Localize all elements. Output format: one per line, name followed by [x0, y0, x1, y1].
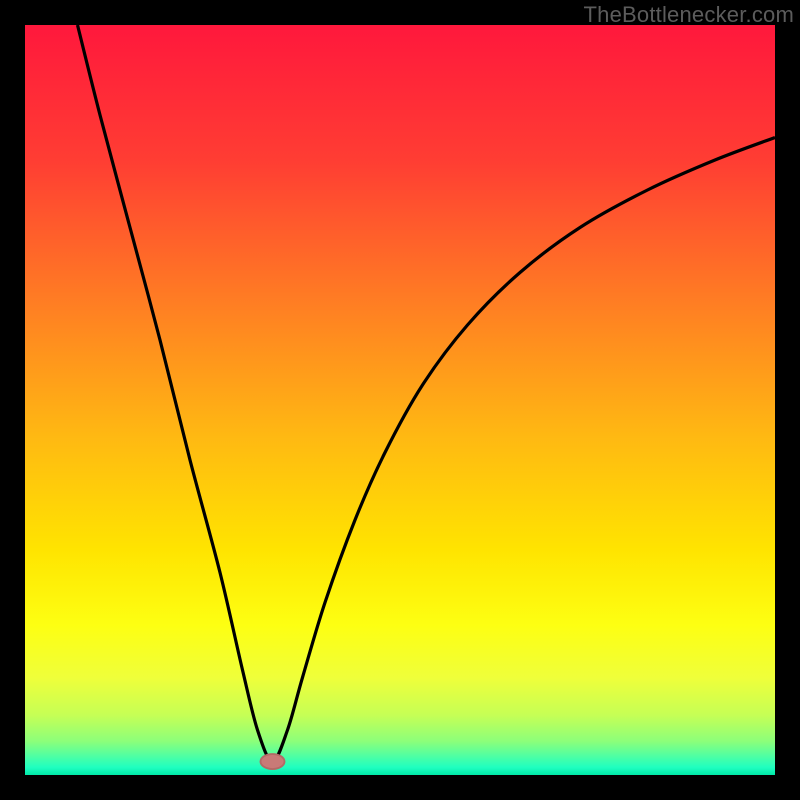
watermark-text: TheBottleneсker.com — [584, 2, 794, 28]
plot-svg — [25, 25, 775, 775]
gradient-rect — [25, 25, 775, 775]
plot-area — [25, 25, 775, 775]
chart-frame: TheBottleneсker.com — [0, 0, 800, 800]
optimum-marker — [261, 754, 285, 769]
